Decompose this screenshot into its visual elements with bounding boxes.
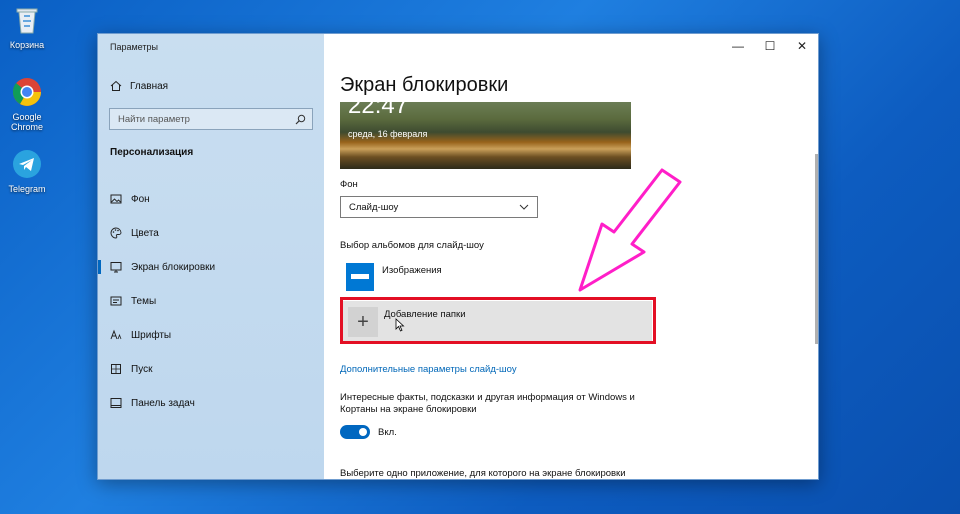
toggle-state-label: Вкл.	[378, 426, 397, 438]
sidebar-item-taskbar[interactable]: Панель задач	[98, 386, 324, 420]
main-content: — ☐ ✕ Экран блокировки 22:47 среда, 16 ф…	[324, 34, 818, 479]
choose-app-text: Выберите одно приложение, для которого н…	[340, 468, 626, 479]
maximize-button[interactable]: ☐	[754, 34, 786, 58]
minimize-button[interactable]: —	[722, 34, 754, 58]
telegram-desktop-icon[interactable]: Telegram	[2, 148, 52, 194]
page-title: Экран блокировки	[340, 74, 509, 96]
sidebar-item-label: Фон	[131, 193, 150, 205]
annotation-arrow-icon	[578, 168, 682, 292]
start-icon	[111, 364, 121, 374]
sidebar-item-themes[interactable]: Темы	[98, 284, 324, 318]
background-select-value: Слайд-шоу	[349, 201, 399, 213]
highlight-box	[340, 297, 656, 344]
sidebar-nav: Фон Цвета Экран блокировки Темы Шрифты П…	[98, 182, 324, 420]
sidebar-item-fonts[interactable]: Шрифты	[98, 318, 324, 352]
settings-window: Параметры Главная Найти параметр Персона…	[97, 33, 819, 480]
preview-time: 22:47	[348, 102, 409, 119]
album-tile-icon	[346, 263, 374, 291]
sidebar-item-label: Шрифты	[131, 329, 172, 341]
chevron-down-icon	[519, 204, 529, 210]
sidebar-item-colors[interactable]: Цвета	[98, 216, 324, 250]
albums-label: Выбор альбомов для слайд-шоу	[340, 240, 484, 251]
recycle-bin-icon	[16, 8, 38, 34]
close-button[interactable]: ✕	[786, 34, 818, 58]
sidebar-item-background[interactable]: Фон	[98, 182, 324, 216]
mouse-cursor-icon	[395, 318, 405, 332]
sidebar-item-label: Панель задач	[131, 397, 195, 409]
sidebar-item-label: Цвета	[131, 227, 159, 239]
fun-facts-toggle-row: Вкл.	[340, 425, 397, 439]
background-select[interactable]: Слайд-шоу	[340, 196, 538, 218]
window-title: Параметры	[110, 42, 158, 52]
section-heading: Персонализация	[110, 147, 194, 158]
lock-screen-icon	[110, 262, 122, 273]
preview-date: среда, 16 февраля	[348, 129, 428, 139]
sidebar-item-start[interactable]: Пуск	[98, 352, 324, 386]
album-name: Изображения	[382, 265, 442, 276]
lock-screen-preview: 22:47 среда, 16 февраля	[340, 102, 631, 169]
background-label: Фон	[340, 179, 358, 190]
advanced-slideshow-link[interactable]: Дополнительные параметры слайд-шоу	[340, 364, 517, 375]
window-controls: — ☐ ✕	[722, 34, 818, 58]
fun-facts-toggle[interactable]	[340, 425, 370, 439]
palette-icon	[110, 227, 122, 239]
home-icon	[110, 80, 122, 91]
sidebar-item-label: Экран блокировки	[131, 261, 216, 273]
search-placeholder: Найти параметр	[118, 113, 190, 125]
album-images[interactable]: Изображения	[346, 263, 442, 291]
font-icon	[110, 329, 122, 340]
fun-facts-description: Интересные факты, подсказки и другая инф…	[340, 392, 635, 415]
chrome-label-2: Chrome	[10, 122, 43, 132]
themes-icon	[110, 296, 122, 306]
sidebar: Параметры Главная Найти параметр Персона…	[98, 34, 324, 479]
taskbar-icon	[110, 398, 122, 408]
image-icon	[110, 194, 122, 204]
recycle-bin-desktop-icon[interactable]: Корзина	[2, 4, 52, 50]
chrome-label-1: Google	[12, 112, 42, 122]
scrollbar[interactable]	[815, 154, 818, 344]
sidebar-item-label: Темы	[131, 295, 157, 307]
telegram-icon	[13, 150, 41, 178]
sidebar-home[interactable]: Главная	[110, 80, 168, 92]
sidebar-item-lock-screen[interactable]: Экран блокировки	[98, 250, 324, 284]
telegram-label: Telegram	[8, 184, 46, 194]
sidebar-home-label: Главная	[130, 80, 169, 92]
sidebar-item-label: Пуск	[131, 363, 153, 375]
search-input[interactable]: Найти параметр	[109, 108, 313, 130]
search-icon	[295, 114, 306, 124]
recycle-bin-label: Корзина	[9, 40, 45, 50]
chrome-desktop-icon[interactable]: Google Chrome	[2, 76, 52, 132]
chrome-icon	[12, 78, 41, 106]
